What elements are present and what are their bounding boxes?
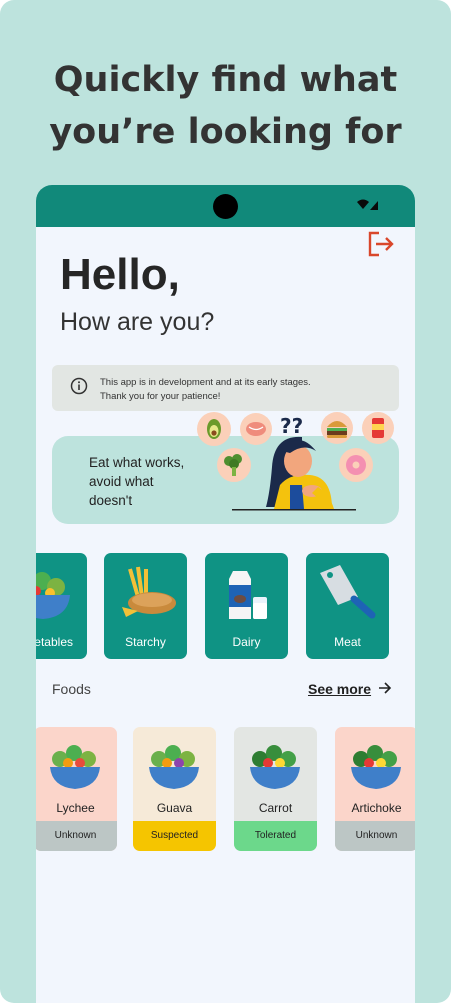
- salmon-bubble-icon: [240, 413, 272, 445]
- foods-carousel: Lychee Unknown Guava Suspected Carrot To…: [36, 727, 415, 853]
- food-card-artichoke[interactable]: Artichoke Unknown: [335, 727, 415, 851]
- food-status-badge: Unknown: [335, 821, 415, 851]
- salad-bowl-icon: [149, 745, 199, 789]
- wifi-signal-icon: [357, 199, 378, 210]
- salad-bowl-icon: [36, 572, 70, 619]
- promo-line-1: Quickly find what: [53, 60, 398, 100]
- banner-line-2: avoid what: [89, 474, 154, 489]
- category-label: Dairy: [232, 635, 261, 649]
- arrow-right-icon: [379, 682, 392, 694]
- notice-line-2: Thank you for your patience!: [100, 391, 221, 402]
- banner-line-1: Eat what works,: [89, 455, 185, 470]
- category-label: Meat: [334, 635, 361, 649]
- food-name: Guava: [156, 801, 193, 815]
- greeting-subtitle: How are you?: [60, 308, 215, 336]
- notice-line-1: This app is in development and at its ea…: [100, 377, 311, 388]
- category-carousel: Vegetables Starchy Da: [36, 553, 415, 661]
- bread-icon: [122, 566, 176, 617]
- see-more-link[interactable]: See more: [308, 681, 392, 697]
- food-status-badge: Unknown: [36, 821, 117, 851]
- category-label: Vegetables: [36, 635, 73, 649]
- can-bubble-icon: [362, 412, 394, 444]
- foods-section-title: Foods: [52, 681, 91, 697]
- banner-text: Eat what works, avoid what doesn't: [89, 453, 184, 510]
- salad-bowl-icon: [351, 745, 401, 789]
- banner-line-3: doesn't: [89, 493, 133, 508]
- food-card-lychee[interactable]: Lychee Unknown: [36, 727, 117, 851]
- food-name: Lychee: [56, 801, 95, 815]
- phone-screen: Hello, How are you? This app is in devel…: [36, 185, 415, 1003]
- food-name: Artichoke: [351, 801, 402, 815]
- category-label: Starchy: [125, 635, 166, 649]
- promo-headline: Quickly find what you’re looking for: [0, 54, 451, 158]
- info-icon: [70, 377, 88, 395]
- food-card-guava[interactable]: Guava Suspected: [133, 727, 216, 851]
- salad-bowl-icon: [50, 745, 100, 789]
- person-figure: [232, 436, 356, 511]
- broccoli-bubble-icon: [217, 448, 251, 482]
- category-dairy[interactable]: Dairy: [205, 553, 288, 659]
- development-notice: This app is in development and at its ea…: [52, 365, 399, 411]
- category-vegetables[interactable]: Vegetables: [36, 553, 87, 659]
- salad-bowl-icon: [250, 745, 300, 789]
- category-meat[interactable]: Meat: [306, 553, 389, 659]
- greeting-title: Hello,: [60, 250, 180, 299]
- see-more-label: See more: [308, 681, 372, 697]
- cleaver-icon: [320, 565, 376, 619]
- food-name: Carrot: [258, 801, 293, 815]
- thinking-person-illustration: ??: [197, 412, 394, 511]
- promo-background: Quickly find what you’re looking for Hel…: [0, 0, 451, 1003]
- status-bar: [36, 185, 415, 227]
- burger-bubble-icon: [321, 412, 353, 444]
- food-status-badge: Suspected: [133, 821, 216, 851]
- avocado-bubble-icon: [197, 412, 231, 446]
- food-status-badge: Tolerated: [234, 821, 317, 851]
- food-card-carrot[interactable]: Carrot Tolerated: [234, 727, 317, 851]
- category-starchy[interactable]: Starchy: [104, 553, 187, 659]
- milk-icon: [229, 571, 267, 619]
- svg-text:??: ??: [280, 414, 303, 438]
- donut-bubble-icon: [339, 448, 373, 482]
- camera-cutout: [213, 194, 238, 219]
- promo-line-2: you’re looking for: [49, 112, 402, 152]
- notice-text: This app is in development and at its ea…: [100, 376, 311, 404]
- logout-icon[interactable]: [367, 231, 395, 257]
